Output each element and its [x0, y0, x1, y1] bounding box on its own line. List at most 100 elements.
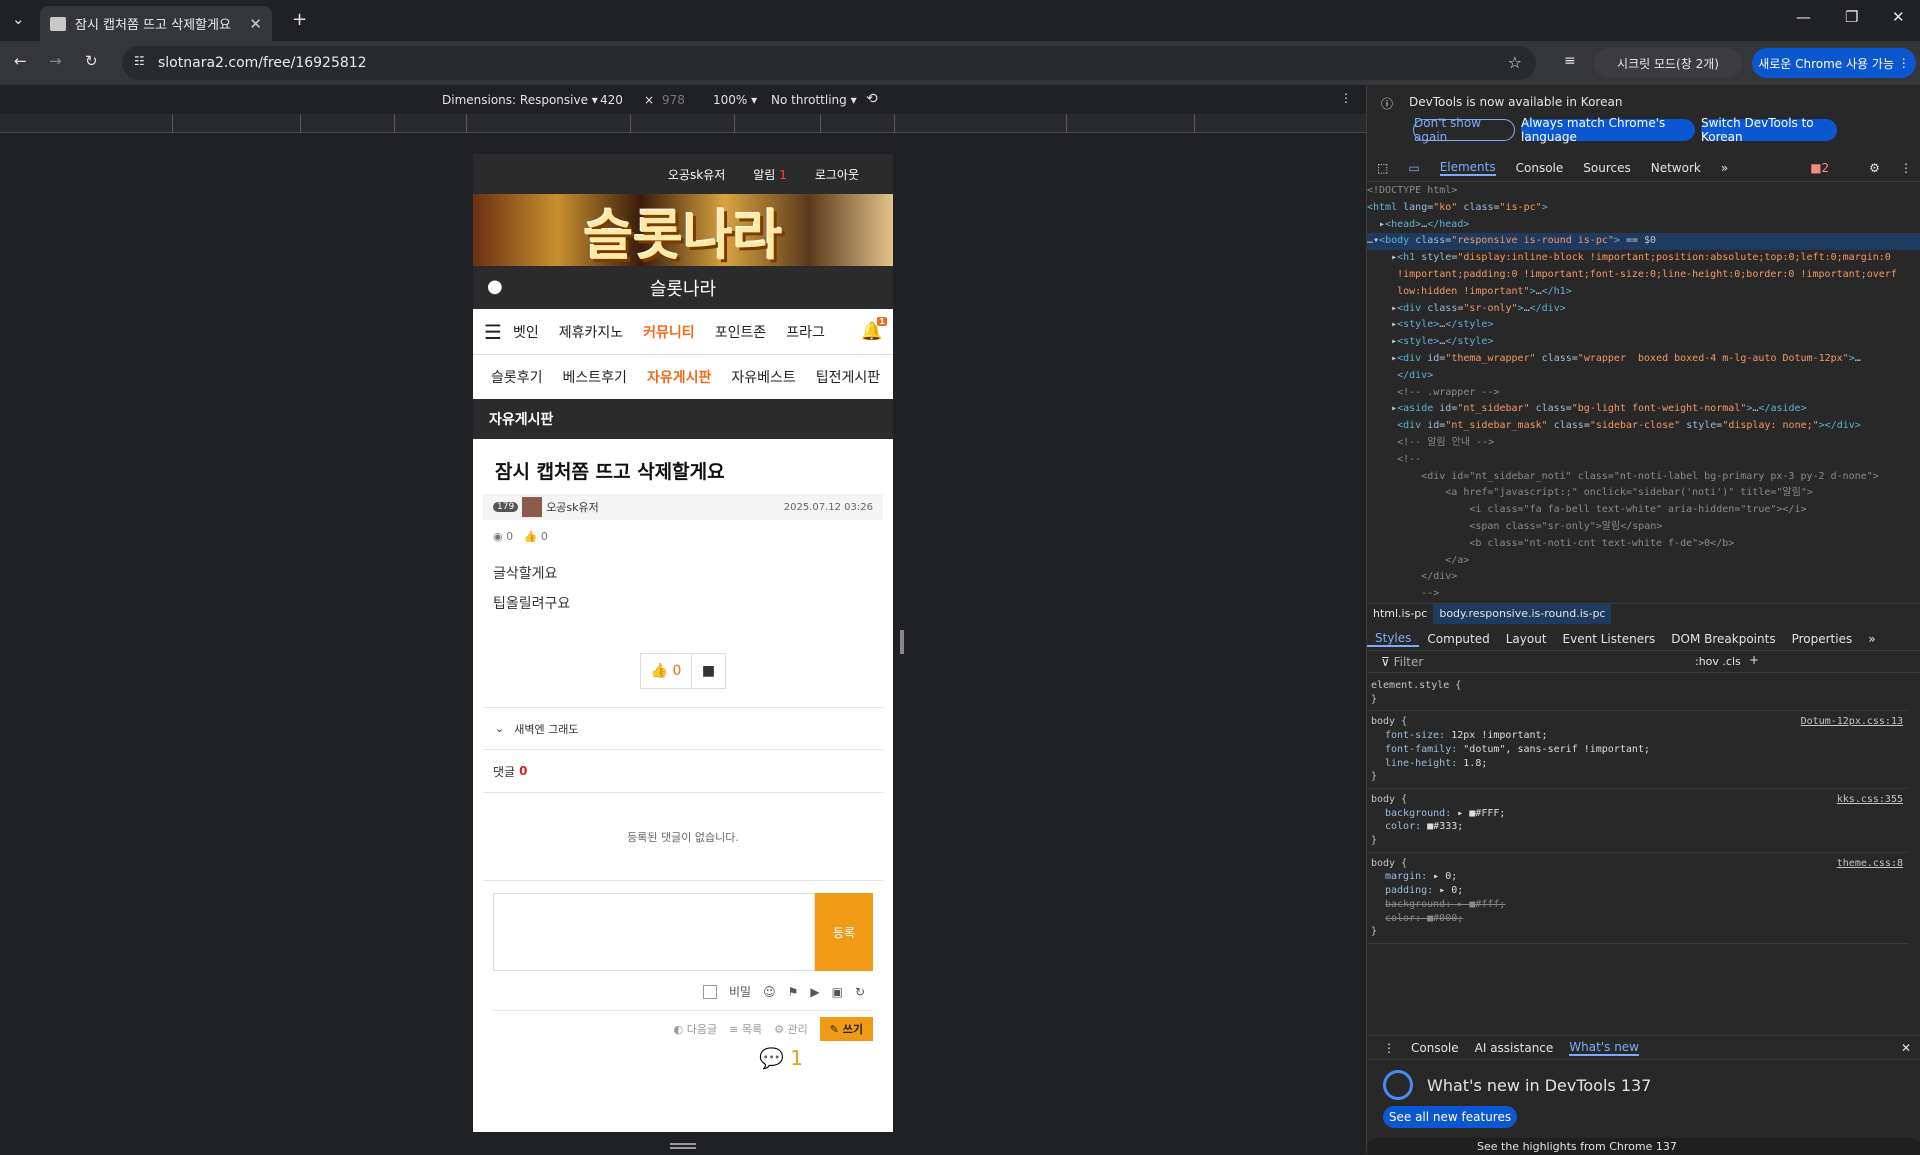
reload-icon[interactable]: ↻	[85, 52, 98, 70]
nav-item[interactable]: 프라그	[786, 322, 825, 342]
submit-comment-button[interactable]: 등록	[815, 893, 873, 971]
hamburger-icon[interactable]: ☰	[473, 320, 513, 344]
close-drawer-icon[interactable]: ✕	[1901, 1041, 1911, 1055]
emoji-icon[interactable]: ☺	[763, 985, 776, 999]
add-rule-icon[interactable]: +	[1749, 653, 1759, 667]
more-tabs-icon[interactable]: »	[1721, 161, 1728, 175]
bookmark-star-icon[interactable]: ☆	[1508, 53, 1522, 72]
logout-link[interactable]: 로그아웃	[815, 166, 859, 183]
user-icon[interactable]: ●	[487, 276, 503, 297]
drawer-tab-ai[interactable]: AI assistance	[1475, 1041, 1554, 1055]
restore-icon[interactable]: ❐	[1845, 8, 1858, 26]
next-post-link[interactable]: ◐ 다음글	[674, 1021, 717, 1037]
drawer-tab-console[interactable]: Console	[1411, 1041, 1459, 1055]
style-rule: kks.css:355 body { background: ▸ ■#FFF; …	[1367, 789, 1907, 853]
tab-event-listeners[interactable]: Event Listeners	[1555, 632, 1664, 646]
styles-filter[interactable]: ⊽ Filter :hov .cls +	[1367, 651, 1920, 673]
media-query-ruler[interactable]	[0, 114, 1366, 133]
back-icon[interactable]: ←	[14, 52, 27, 70]
write-button[interactable]: ✎ 쓰기	[819, 1016, 873, 1041]
flag-icon[interactable]: ⚑	[788, 985, 799, 999]
forward-icon[interactable]: →	[49, 52, 62, 70]
error-badge[interactable]: ■2	[1810, 161, 1849, 175]
tab-search-icon[interactable]: ⌄	[12, 10, 25, 28]
match-language-button[interactable]: Always match Chrome's language	[1521, 116, 1695, 144]
breadcrumb-item[interactable]: html.is-pc	[1367, 604, 1433, 624]
new-tab-icon[interactable]: +	[292, 9, 307, 30]
image-icon[interactable]: ▣	[832, 985, 843, 999]
rotate-icon[interactable]: ⟲	[866, 91, 878, 107]
subnav-item[interactable]: 베스트후기	[563, 367, 627, 387]
nav-item[interactable]: 제휴카지노	[559, 322, 623, 342]
secret-checkbox[interactable]	[702, 984, 717, 999]
tab-dom-breakpoints[interactable]: DOM Breakpoints	[1663, 632, 1783, 646]
throttling-select[interactable]: No throttling ▾	[771, 93, 857, 107]
dom-tree[interactable]: <!DOCTYPE html> <html lang="ko" class="i…	[1367, 183, 1920, 597]
drawer-tab-whats-new[interactable]: What's new	[1569, 1040, 1639, 1056]
reading-list-icon[interactable]: ≡	[1564, 53, 1576, 69]
switch-language-button[interactable]: Switch DevTools to Korean	[1701, 116, 1837, 144]
user-link[interactable]: 오공sk유저	[668, 166, 725, 183]
devtools-menu-icon[interactable]: ⋮	[1900, 161, 1912, 175]
tab-styles[interactable]: Styles	[1367, 631, 1420, 647]
hov-cls-toggles[interactable]: :hov .cls	[1695, 655, 1741, 668]
author-name[interactable]: 오공sk유저	[546, 499, 599, 515]
subnav-item[interactable]: 팁전게시판	[816, 367, 880, 387]
browser-tab[interactable]: 잠시 캡처쫌 뜨고 삭제할게요 ✕	[40, 6, 272, 41]
zoom-select[interactable]: 100% ▾	[713, 93, 757, 107]
incognito-button[interactable]: 시크릿 모드(창 2개)	[1594, 48, 1742, 78]
site-banner[interactable]: 슬롯나라	[473, 194, 893, 267]
alert-link[interactable]: 알림 1	[753, 166, 787, 183]
manage-link[interactable]: ⚙ 관리	[774, 1021, 808, 1037]
post-stats: ◉ 0 👍 0	[493, 530, 548, 543]
nav-item[interactable]: 벳인	[513, 322, 539, 342]
subnav-item[interactable]: 자유베스트	[731, 367, 795, 387]
nav-item[interactable]: 포인트존	[715, 322, 767, 342]
device-toggle-icon[interactable]: ▭	[1408, 161, 1419, 175]
settings-icon[interactable]: ⚙	[1869, 161, 1880, 175]
subnav-item-active[interactable]: 자유게시판	[647, 367, 711, 387]
dimensions-select[interactable]: Dimensions: Responsive ▾	[442, 93, 598, 107]
breadcrumb-item-current[interactable]: body.responsive.is-round.is-pc	[1433, 603, 1612, 624]
subnav-item[interactable]: 슬롯후기	[491, 367, 543, 387]
site-info-icon[interactable]: ☷	[134, 54, 145, 68]
width-input[interactable]: 420	[600, 93, 623, 107]
brand-title[interactable]: 슬롯나라	[650, 275, 716, 301]
tab-layout[interactable]: Layout	[1498, 632, 1555, 646]
tab-console[interactable]: Console	[1516, 161, 1564, 175]
tab-properties[interactable]: Properties	[1784, 632, 1861, 646]
bottom-resize-handle[interactable]	[670, 1143, 696, 1149]
bookmark-button[interactable]: ■	[692, 653, 726, 689]
list-link[interactable]: ≡ 목록	[729, 1021, 762, 1037]
more-options-icon[interactable]: ⋮	[1340, 91, 1352, 105]
height-input[interactable]: 978	[662, 93, 685, 107]
update-chrome-button[interactable]: 새로운 Chrome 사용 가능 ⋮	[1752, 48, 1916, 78]
highlights-card[interactable]: See the highlights from Chrome 137	[1367, 1138, 1920, 1155]
more-style-tabs-icon[interactable]: »	[1860, 632, 1883, 646]
refresh-icon[interactable]: ↻	[855, 985, 865, 999]
comment-input[interactable]	[493, 893, 815, 971]
tab-strip: ⌄ 잠시 캡처쫌 뜨고 삭제할게요 ✕ + — ❐ ✕	[0, 0, 1920, 41]
close-window-icon[interactable]: ✕	[1892, 8, 1905, 26]
bell-icon[interactable]: 🔔 1	[861, 317, 887, 342]
tab-network[interactable]: Network	[1651, 161, 1701, 175]
tab-computed[interactable]: Computed	[1419, 632, 1497, 646]
filter-input[interactable]: Filter	[1394, 655, 1424, 669]
address-bar[interactable]: ☷ slotnara2.com/free/16925812 ☆	[122, 46, 1536, 80]
nav-item-active[interactable]: 커뮤니티	[643, 322, 695, 342]
video-icon[interactable]: ▶	[810, 985, 819, 999]
info-icon: ⓘ	[1381, 97, 1394, 111]
devtools-drawer: ⋮ Console AI assistance What's new ✕ Wha…	[1367, 1035, 1920, 1155]
close-tab-icon[interactable]: ✕	[249, 15, 262, 33]
dont-show-button[interactable]: Don't show again	[1413, 116, 1515, 144]
comment-count-bubble[interactable]: 💬 1	[483, 1046, 883, 1070]
see-all-features-button[interactable]: See all new features	[1383, 1106, 1517, 1128]
like-button[interactable]: 👍 0	[640, 653, 692, 689]
resize-handle[interactable]	[900, 630, 904, 654]
inspect-icon[interactable]: ⬚	[1377, 161, 1388, 175]
related-post[interactable]: ⌄ 새벽엔 그래도	[483, 707, 883, 749]
tab-elements[interactable]: Elements	[1439, 160, 1496, 176]
minimize-icon[interactable]: —	[1796, 8, 1811, 26]
tab-sources[interactable]: Sources	[1583, 161, 1630, 175]
drawer-menu-icon[interactable]: ⋮	[1383, 1041, 1395, 1055]
